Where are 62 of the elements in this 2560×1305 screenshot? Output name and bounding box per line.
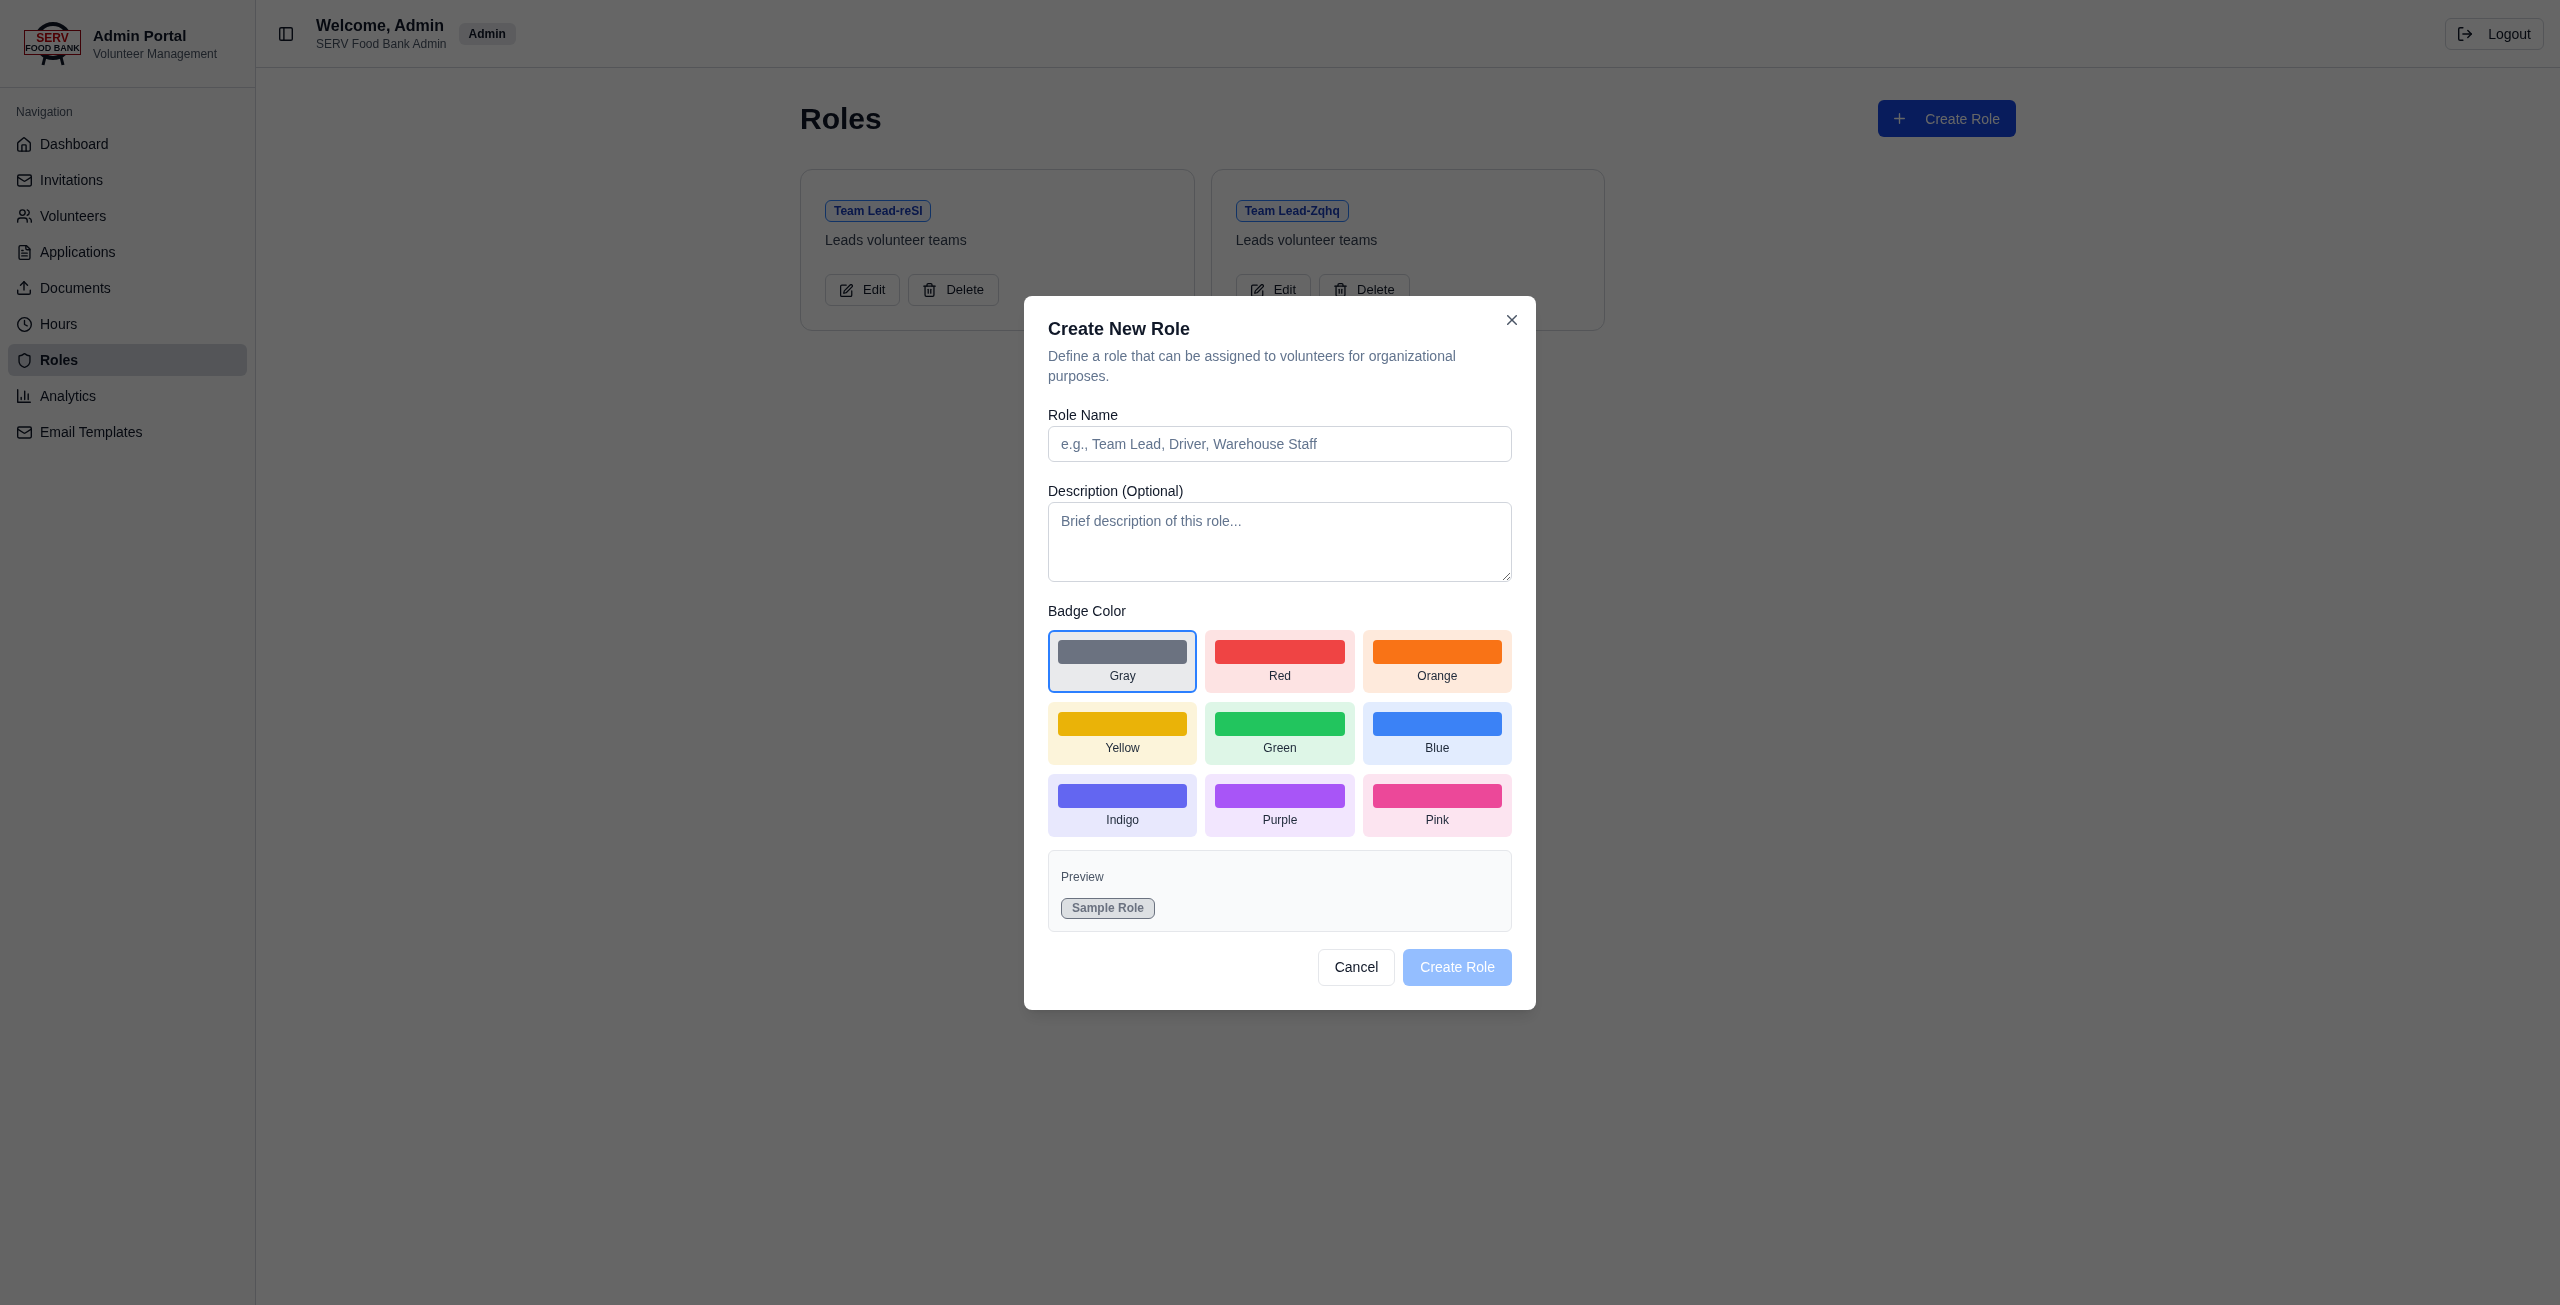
document-icon	[17, 244, 31, 260]
people-icon	[16, 209, 32, 223]
upload-icon	[17, 281, 31, 295]
nav-item[interactable]: Analytics	[8, 380, 247, 412]
nav-item[interactable]: Applications	[8, 236, 247, 268]
create-role-button[interactable]: Create Role	[1878, 100, 2016, 137]
preview-label: Preview	[1061, 868, 1105, 885]
pencil-icon	[840, 283, 853, 297]
color-option[interactable]: Purple	[1205, 773, 1355, 837]
color-option[interactable]: Pink	[1362, 773, 1512, 837]
pencil-icon	[1250, 283, 1264, 297]
dialog-title: Create New Role	[1048, 319, 1192, 338]
plus-icon	[1894, 113, 1906, 124]
color-option[interactable]: Orange	[1362, 629, 1512, 693]
role-badge: Admin	[458, 22, 516, 45]
organization-name: SERV Food Bank Admin	[316, 35, 447, 52]
sample-role-badge: Sample Role	[1061, 897, 1156, 919]
color-option[interactable]: Gray	[1048, 629, 1198, 693]
exit-icon	[2458, 26, 2473, 41]
house-icon	[17, 136, 31, 152]
nav-item[interactable]: Roles	[8, 344, 247, 376]
field-label: Role Name	[1048, 407, 1120, 422]
nav-item[interactable]: Invitations	[8, 164, 247, 196]
color-option[interactable]: Green	[1205, 701, 1355, 765]
envelope-icon	[16, 425, 32, 439]
color-option[interactable]: Blue	[1362, 701, 1512, 765]
logo-subtitle: FOOD BANK	[25, 43, 80, 53]
bar-chart-icon	[17, 389, 31, 403]
color-option[interactable]: Indigo	[1048, 773, 1198, 837]
app-title: Admin Portal	[93, 25, 188, 46]
panel-icon	[279, 26, 293, 41]
field-label: Description (Optional)	[1048, 483, 1185, 498]
role-badge: Team Lead-reSI	[825, 200, 932, 222]
nav-item[interactable]: Documents	[8, 272, 247, 304]
role-description: Leads volunteer teams	[1235, 231, 1379, 250]
app-subtitle: Volunteer Management	[93, 45, 218, 62]
nav-item[interactable]: Hours	[8, 308, 247, 340]
nav-item[interactable]: Volunteers	[8, 200, 247, 232]
page-title: Roles	[800, 100, 882, 137]
role-description: Leads volunteer teams	[825, 231, 968, 250]
trash-icon	[923, 283, 937, 297]
nav-section-label: Navigation	[15, 104, 74, 121]
text-input[interactable]: e.g., Team Lead, Driver, Warehouse Staff	[1048, 425, 1512, 462]
trash-icon	[1334, 283, 1348, 297]
role-badge: Team Lead-Zqhq	[1235, 200, 1349, 222]
color-option[interactable]: Red	[1205, 629, 1355, 693]
color-option[interactable]: Yellow	[1048, 701, 1198, 765]
logo-title: SERV	[36, 31, 69, 44]
close-icon	[1507, 314, 1517, 325]
shield-icon	[17, 352, 31, 368]
nav-item[interactable]: Dashboard	[8, 128, 247, 160]
nav-item[interactable]: Email Templates	[8, 416, 247, 448]
edit-button[interactable]: Edit	[825, 274, 901, 306]
dialog-description: Define a role that can be assigned to volunteers for organizational purposes.	[1048, 346, 1457, 386]
logout-button[interactable]: Logout	[2445, 17, 2544, 50]
welcome-text: Welcome, Admin	[316, 15, 446, 36]
text-area[interactable]: Brief description of this role...	[1048, 501, 1512, 582]
delete-button[interactable]: Delete	[908, 274, 999, 306]
cancel-button[interactable]: Cancel	[1317, 948, 1396, 986]
envelope-icon	[16, 173, 32, 187]
field-label: Badge Color	[1048, 603, 1127, 618]
clock-icon	[16, 316, 32, 332]
